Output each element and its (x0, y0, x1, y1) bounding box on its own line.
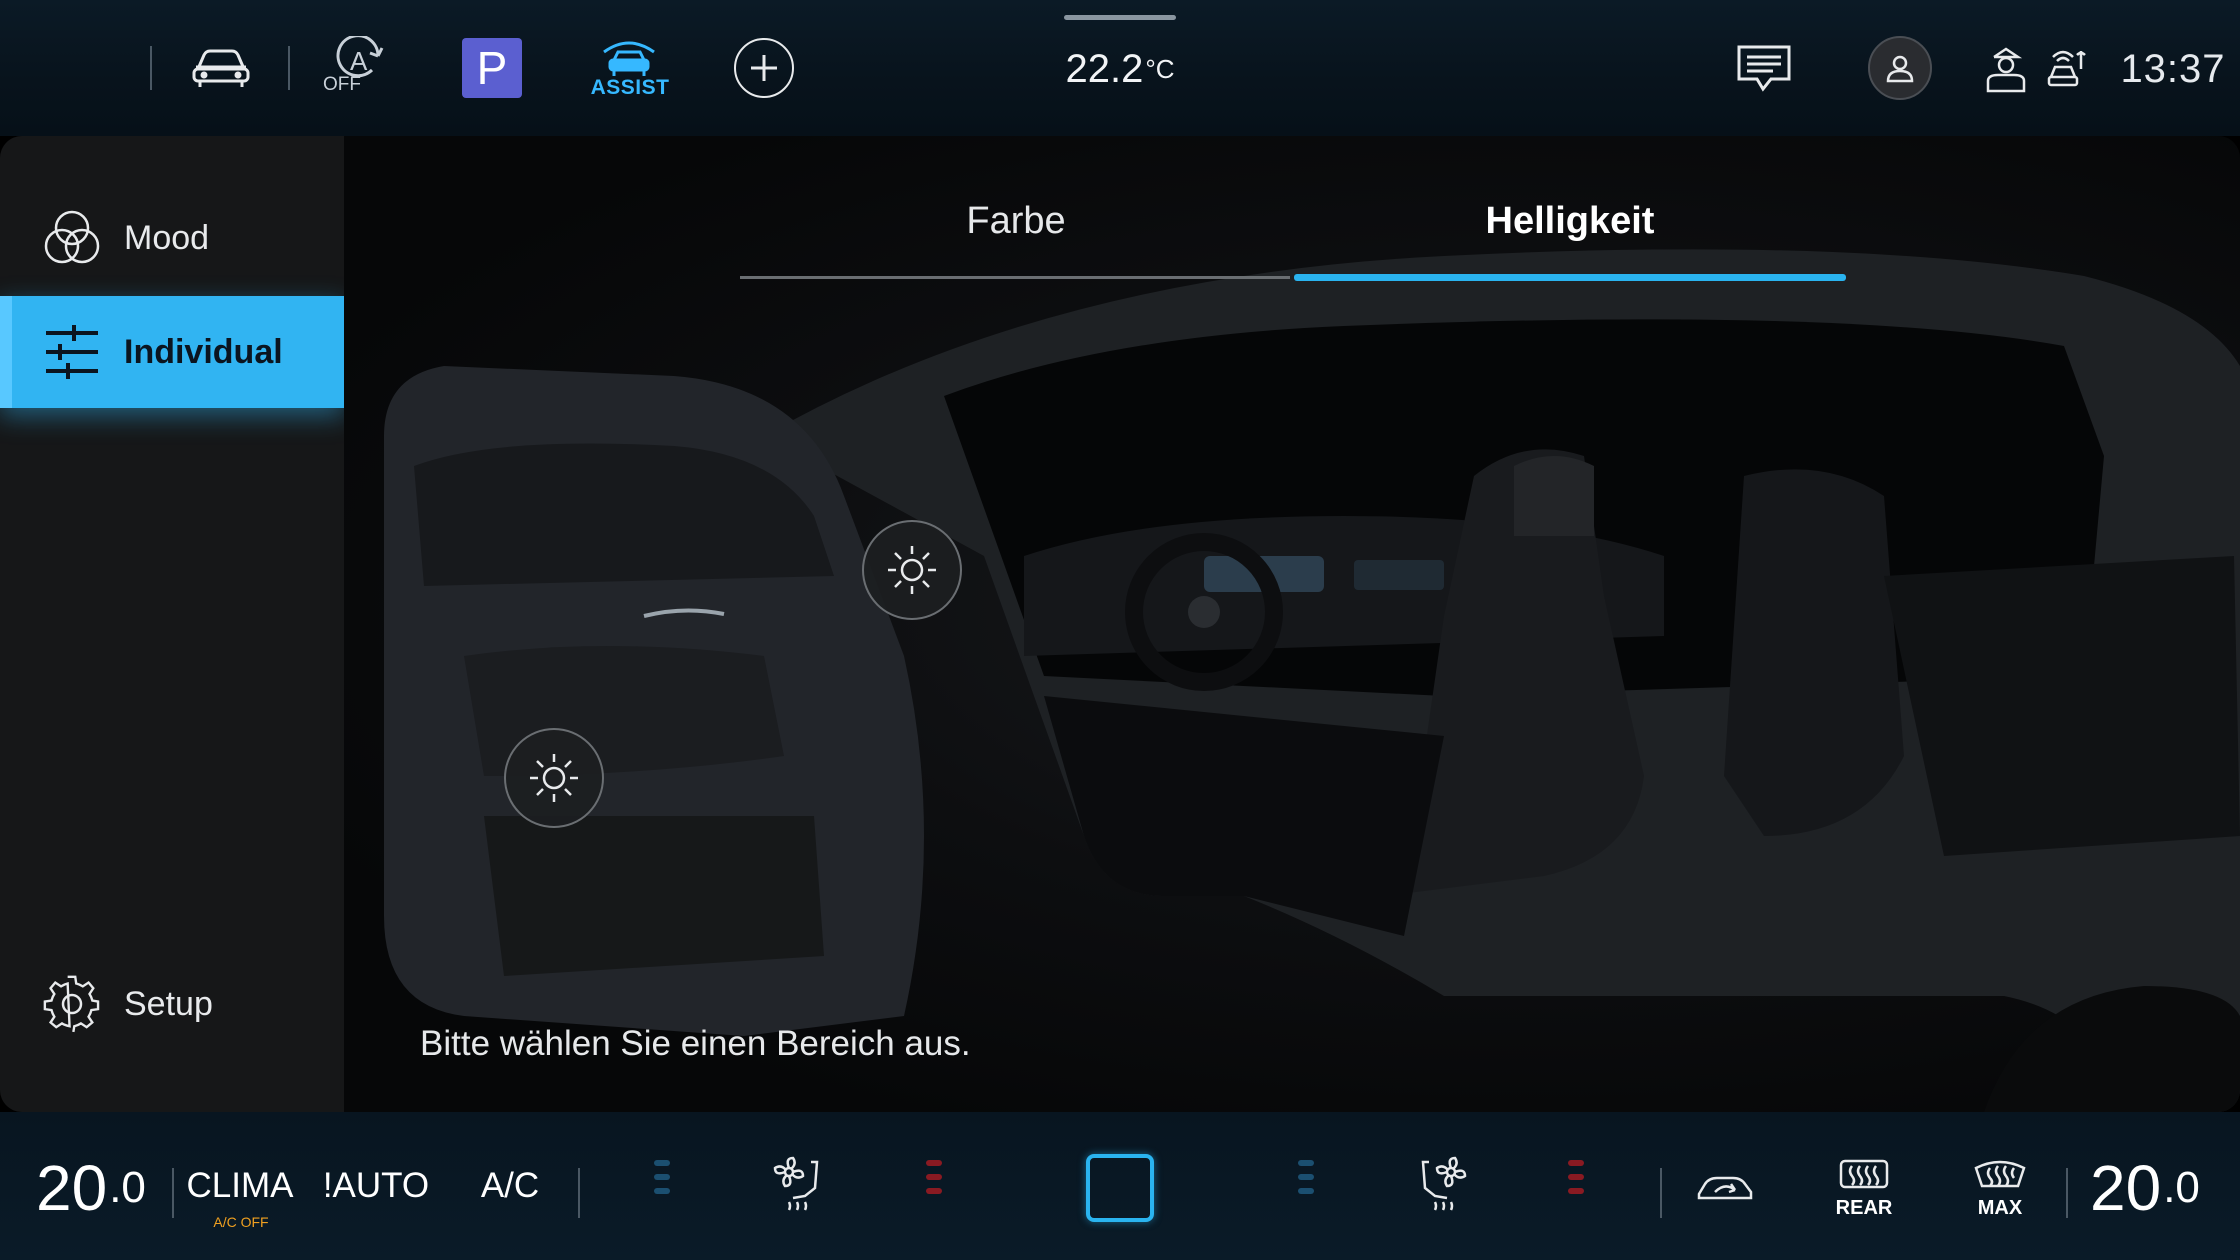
tab-helligkeit[interactable]: Helligkeit (1294, 200, 1846, 256)
temp-integer: 20 (36, 1152, 108, 1224)
dashboard-zone-button[interactable] (862, 520, 962, 620)
outside-temp-value: 22.2 (1065, 46, 1144, 91)
temp-integer: 20 (2090, 1152, 2162, 1224)
sliders-icon (36, 316, 108, 388)
brightness-icon (530, 754, 578, 802)
sidebar: Mood Individual Setup (0, 136, 344, 1112)
right-seat-heating-level[interactable] (1568, 1160, 1584, 1216)
divider (2066, 1168, 2068, 1218)
climate-bar: 20.0 CLIMA A/C OFF !AUTO A/C REAR MAX 20… (0, 1112, 2240, 1260)
left-seat-cooling-level[interactable] (654, 1160, 670, 1216)
rear-defrost-icon[interactable] (1836, 1158, 1892, 1190)
divider (578, 1168, 580, 1218)
ambient-light-panel: Mood Individual Setup Farbe Helligkeit B… (0, 136, 2240, 1112)
ac-button[interactable]: A/C (478, 1164, 542, 1208)
brightness-icon (888, 546, 936, 594)
ac-off-status: A/C OFF (213, 1214, 269, 1230)
sidebar-item-label: Individual (124, 332, 283, 371)
outside-temperature: 22.2 °C (1040, 44, 1200, 94)
selected-indicator (0, 296, 12, 408)
user-icon (1886, 55, 1914, 83)
assist-car-icon[interactable] (596, 38, 662, 78)
message-icon[interactable] (1734, 42, 1794, 96)
left-seat-heating-level[interactable] (926, 1160, 942, 1216)
auto-button[interactable]: !AUTO (322, 1164, 430, 1208)
tab-underline (740, 276, 1290, 279)
car-interior-image (384, 249, 2240, 1112)
sidebar-item-mood[interactable]: Mood (0, 182, 344, 294)
active-tab-indicator (1294, 274, 1846, 281)
seat-ventilation-right-icon[interactable] (1412, 1152, 1470, 1216)
user-profile-button[interactable] (1868, 36, 1932, 100)
temp-decimal: .0 (2163, 1163, 2200, 1212)
divider (172, 1168, 174, 1218)
status-bar: A OFF P ASSIST 22.2 °C 13:37 (0, 0, 2240, 136)
sidebar-item-label: Setup (124, 984, 213, 1023)
apps-menu-icon[interactable] (32, 48, 122, 88)
driver-profile-icon[interactable] (1982, 44, 2030, 94)
assist-label: ASSIST (590, 76, 670, 99)
clima-button[interactable]: CLIMA (187, 1164, 294, 1208)
divider (288, 46, 290, 90)
outside-temp-unit: °C (1145, 53, 1175, 84)
svg-text:A: A (350, 46, 368, 76)
right-seat-cooling-level[interactable] (1298, 1160, 1314, 1216)
instruction-text: Bitte wählen Sie einen Bereich aus. (420, 1024, 971, 1063)
plus-icon (751, 55, 777, 81)
clock: 13:37 (2120, 46, 2226, 91)
sidebar-item-label: Mood (124, 218, 210, 257)
gear-icon (36, 968, 108, 1040)
circles-icon (36, 202, 108, 274)
divider (150, 46, 152, 90)
recirculation-icon[interactable] (1694, 1168, 1756, 1208)
rear-defrost-label: REAR (1835, 1196, 1893, 1219)
pull-down-handle[interactable] (1064, 15, 1176, 20)
max-defrost-icon[interactable] (1970, 1158, 2030, 1190)
max-defrost-label: MAX (1977, 1196, 2023, 1219)
auto-hold-off-label: OFF (323, 74, 361, 95)
vehicle-interior-view: Farbe Helligkeit Bitte wählen Sie einen … (344, 136, 2240, 1112)
seat-ventilation-left-icon[interactable] (770, 1152, 828, 1216)
tab-farbe[interactable]: Farbe (740, 200, 1292, 256)
passenger-temperature[interactable]: 20.0 (2090, 1148, 2220, 1228)
divider (1660, 1168, 1662, 1218)
sidebar-item-setup[interactable]: Setup (0, 948, 344, 1060)
parking-button[interactable]: P (462, 38, 522, 98)
sidebar-item-individual[interactable]: Individual (0, 296, 344, 408)
car-icon[interactable] (188, 38, 254, 98)
climate-menu-button[interactable] (1086, 1154, 1154, 1222)
temp-decimal: .0 (109, 1163, 146, 1212)
door-zone-button[interactable] (504, 728, 604, 828)
connected-car-icon[interactable] (2044, 44, 2090, 94)
driver-temperature[interactable]: 20.0 (36, 1148, 156, 1228)
add-shortcut-button[interactable] (734, 38, 794, 98)
